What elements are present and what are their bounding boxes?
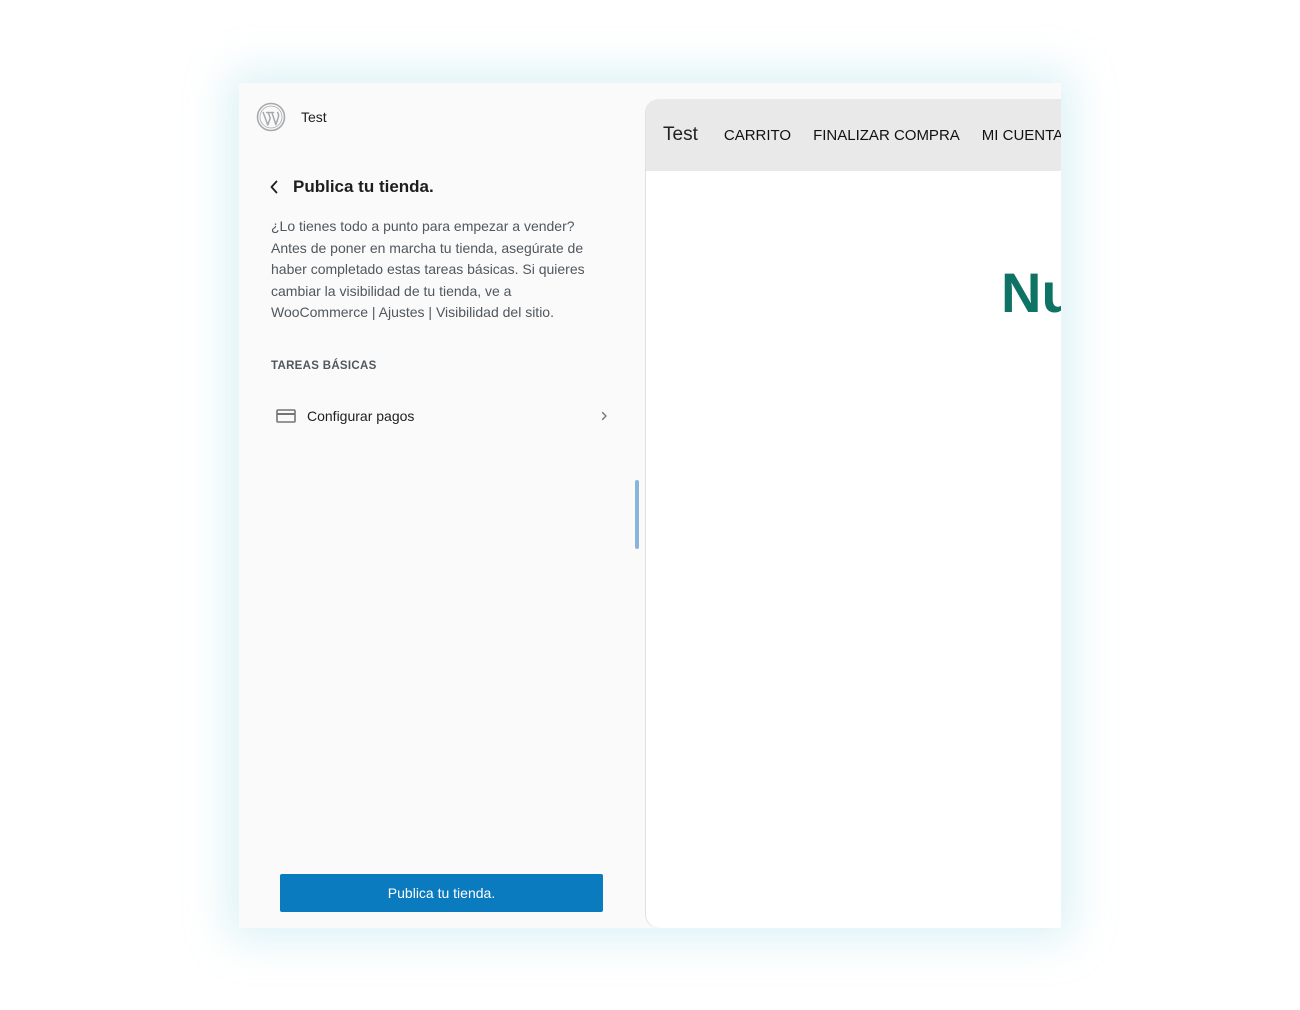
site-preview: Test CARRITO FINALIZAR COMPRA MI CUENTA …: [646, 99, 1061, 928]
sidebar: Test Publica tu tienda. ¿Lo tienes todo …: [239, 83, 639, 928]
back-button[interactable]: [264, 175, 284, 199]
preview-site-title[interactable]: Test: [663, 124, 698, 146]
resize-handle[interactable]: [635, 480, 639, 549]
chevron-left-icon: [270, 180, 278, 194]
preview-navbar: Test CARRITO FINALIZAR COMPRA MI CUENTA: [646, 99, 1061, 171]
wordpress-logo-icon[interactable]: [256, 102, 286, 132]
publish-store-button[interactable]: Publica tu tienda.: [280, 874, 603, 912]
panel-description: ¿Lo tienes todo a punto para empezar a v…: [271, 218, 585, 320]
nav-link-checkout[interactable]: FINALIZAR COMPRA: [813, 127, 960, 144]
chevron-right-icon: [601, 411, 607, 421]
task-configure-payments[interactable]: Configurar pagos: [269, 401, 615, 431]
panel-title: Publica tu tienda.: [293, 177, 434, 196]
card-icon: [276, 409, 296, 423]
site-name: Test: [301, 109, 327, 125]
section-title: TAREAS BÁSICAS: [271, 360, 377, 372]
task-label: Configurar pagos: [307, 408, 415, 424]
nav-link-account[interactable]: MI CUENTA: [982, 127, 1061, 144]
nav-link-cart[interactable]: CARRITO: [724, 127, 791, 144]
panel-header: Publica tu tienda.: [264, 175, 434, 199]
hero-heading: Nu: [1001, 261, 1061, 324]
site-header: Test: [256, 101, 327, 133]
app-window: Test Publica tu tienda. ¿Lo tienes todo …: [239, 83, 1061, 928]
